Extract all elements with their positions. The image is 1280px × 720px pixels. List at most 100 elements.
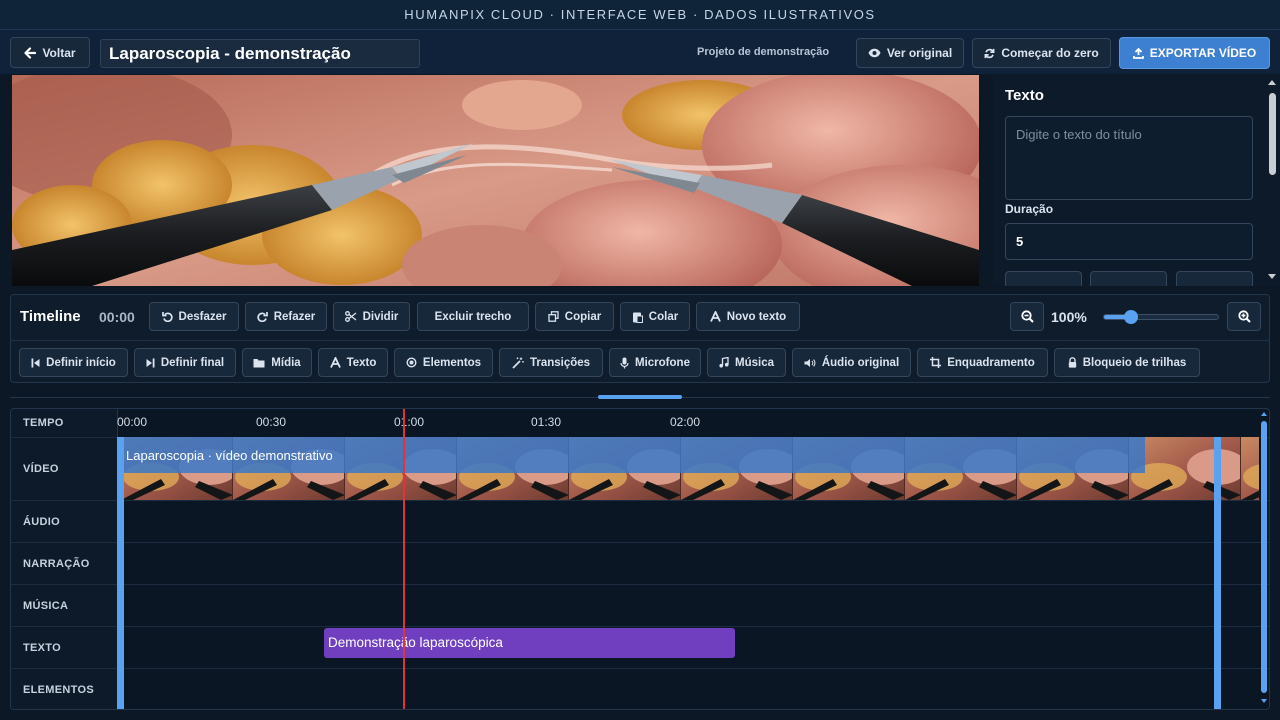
duration-input[interactable] <box>1005 223 1253 260</box>
split-button[interactable]: Dividir <box>333 302 410 331</box>
scroll-up-arrow[interactable] <box>1261 412 1267 416</box>
ruler-label: TEMPO <box>23 417 64 429</box>
crop-icon <box>930 357 942 368</box>
track-label-video: VÍDEO <box>23 463 59 475</box>
text-button[interactable]: Texto <box>318 348 388 377</box>
text-a-icon <box>329 357 341 368</box>
back-button[interactable]: Voltar <box>10 37 90 68</box>
lock-icon <box>1068 357 1076 368</box>
zoom-out-button[interactable] <box>1010 302 1044 331</box>
top-banner: HUMANPIX CLOUD · INTERFACE WEB · DADOS I… <box>0 0 1280 30</box>
music-note-icon <box>719 357 729 368</box>
text-a-icon <box>709 311 721 322</box>
scroll-down-arrow[interactable] <box>1261 699 1267 703</box>
transitions-button[interactable]: Transições <box>499 348 603 377</box>
time-tick: 01:30 <box>531 415 562 429</box>
time-tick: 01:00 <box>394 415 425 429</box>
delete-segment-label: Excluir trecho <box>434 310 512 323</box>
eye-icon <box>868 48 881 58</box>
zoom-percent: 100% <box>1051 309 1087 325</box>
redo-button[interactable]: Refazer <box>245 302 327 331</box>
time-tick: 00:30 <box>256 415 287 429</box>
set-start-button[interactable]: Definir início <box>19 348 128 377</box>
redo-label: Refazer <box>273 310 316 323</box>
media-button[interactable]: Mídia <box>242 348 312 377</box>
project-label: Projeto de demonstração <box>697 46 830 58</box>
copy-icon <box>548 311 559 322</box>
video-clip-label: Laparoscopia · vídeo demonstrativo <box>126 448 333 463</box>
upload-icon <box>1132 47 1144 59</box>
time-tick: 00:00 <box>117 415 148 429</box>
project-title[interactable]: Laparoscopia - demonstração <box>100 39 420 68</box>
elements-label: Elementos <box>422 356 482 369</box>
row-divider <box>11 500 1269 501</box>
media-label: Mídia <box>271 356 301 369</box>
elements-button[interactable]: Elementos <box>394 348 493 377</box>
trim-end-handle[interactable] <box>1214 437 1221 709</box>
delete-segment-button[interactable]: Excluir trecho <box>417 302 529 331</box>
row-divider <box>11 584 1269 585</box>
panel-option-button[interactable] <box>1005 271 1082 286</box>
panel-scrollbar[interactable] <box>1266 75 1280 286</box>
timeline-area[interactable]: TEMPO VÍDEO ÁUDIO NARRAÇÃO MÚSICA TEXTO … <box>10 408 1270 710</box>
undo-button[interactable]: Desfazer <box>149 302 239 331</box>
header-bar: Voltar Laparoscopia - demonstração Proje… <box>0 30 1280 74</box>
export-video-button[interactable]: EXPORTAR VÍDEO <box>1119 37 1270 69</box>
elements-icon <box>406 357 417 368</box>
row-divider <box>11 626 1269 627</box>
track-lock-label: Bloqueio de trilhas <box>1082 356 1187 369</box>
resize-handle[interactable] <box>598 395 682 399</box>
scroll-thumb[interactable] <box>1269 93 1276 175</box>
video-clip-band: Laparoscopia · vídeo demonstrativo <box>121 437 1145 473</box>
paste-label: Colar <box>648 310 679 323</box>
set-end-button[interactable]: Definir final <box>134 348 236 377</box>
view-original-label: Ver original <box>886 46 953 60</box>
zoom-in-icon <box>1237 310 1251 323</box>
video-clip[interactable]: Laparoscopia · vídeo demonstrativo <box>121 437 1259 500</box>
playhead[interactable] <box>403 409 405 709</box>
text-clip-label: Demonstração laparoscópica <box>328 635 503 650</box>
text-clip[interactable]: Demonstração laparoscópica <box>324 628 735 658</box>
track-lock-button[interactable]: Bloqueio de trilhas <box>1054 348 1200 377</box>
restart-button[interactable]: Começar do zero <box>972 38 1111 68</box>
scroll-down-arrow[interactable] <box>1268 274 1276 279</box>
zoom-slider[interactable] <box>1103 310 1219 324</box>
restart-label: Começar do zero <box>1001 46 1099 60</box>
copy-button[interactable]: Copiar <box>535 302 614 331</box>
track-label-narration: NARRAÇÃO <box>23 558 90 570</box>
panel-option-button[interactable] <box>1176 271 1253 286</box>
music-button[interactable]: Música <box>707 348 786 377</box>
scroll-thumb[interactable] <box>1261 421 1267 693</box>
banner-text: HUMANPIX CLOUD · INTERFACE WEB · DADOS I… <box>404 7 876 22</box>
zoom-in-button[interactable] <box>1227 302 1261 331</box>
original-audio-label: Áudio original <box>821 356 900 369</box>
zoom-slider-knob[interactable] <box>1124 310 1139 324</box>
track-label-audio: ÁUDIO <box>23 516 60 528</box>
panel-option-button[interactable] <box>1090 271 1167 286</box>
track-label-music: MÚSICA <box>23 600 69 612</box>
track-label-elements: ELEMENTOS <box>23 684 94 696</box>
current-time: 00:00 <box>99 309 135 325</box>
track-labels-column: TEMPO VÍDEO ÁUDIO NARRAÇÃO MÚSICA TEXTO … <box>11 409 118 709</box>
music-label: Música <box>735 356 774 369</box>
toolbar-separator <box>11 340 1269 341</box>
text-properties-panel: Texto Duração <box>993 75 1280 286</box>
title-text-input[interactable] <box>1005 116 1253 200</box>
framing-button[interactable]: Enquadramento <box>917 348 1048 377</box>
trim-start-handle[interactable] <box>117 437 124 709</box>
original-audio-button[interactable]: Áudio original <box>792 348 911 377</box>
new-text-button[interactable]: Novo texto <box>696 302 800 331</box>
transitions-label: Transições <box>529 356 591 369</box>
video-preview[interactable] <box>12 75 979 286</box>
track-label-text: TEXTO <box>23 642 61 654</box>
timeline-toolbar: Timeline 00:00 Desfazer Refazer Dividir … <box>10 294 1270 383</box>
new-text-label: Novo texto <box>726 310 787 323</box>
scroll-up-arrow[interactable] <box>1268 80 1276 85</box>
timeline-scrollbar[interactable] <box>1260 409 1269 709</box>
text-label: Texto <box>346 356 377 369</box>
microphone-button[interactable]: Microfone <box>609 348 701 377</box>
paste-button[interactable]: Colar <box>620 302 690 331</box>
framing-label: Enquadramento <box>947 356 1035 369</box>
row-divider <box>11 542 1269 543</box>
view-original-button[interactable]: Ver original <box>856 38 964 68</box>
